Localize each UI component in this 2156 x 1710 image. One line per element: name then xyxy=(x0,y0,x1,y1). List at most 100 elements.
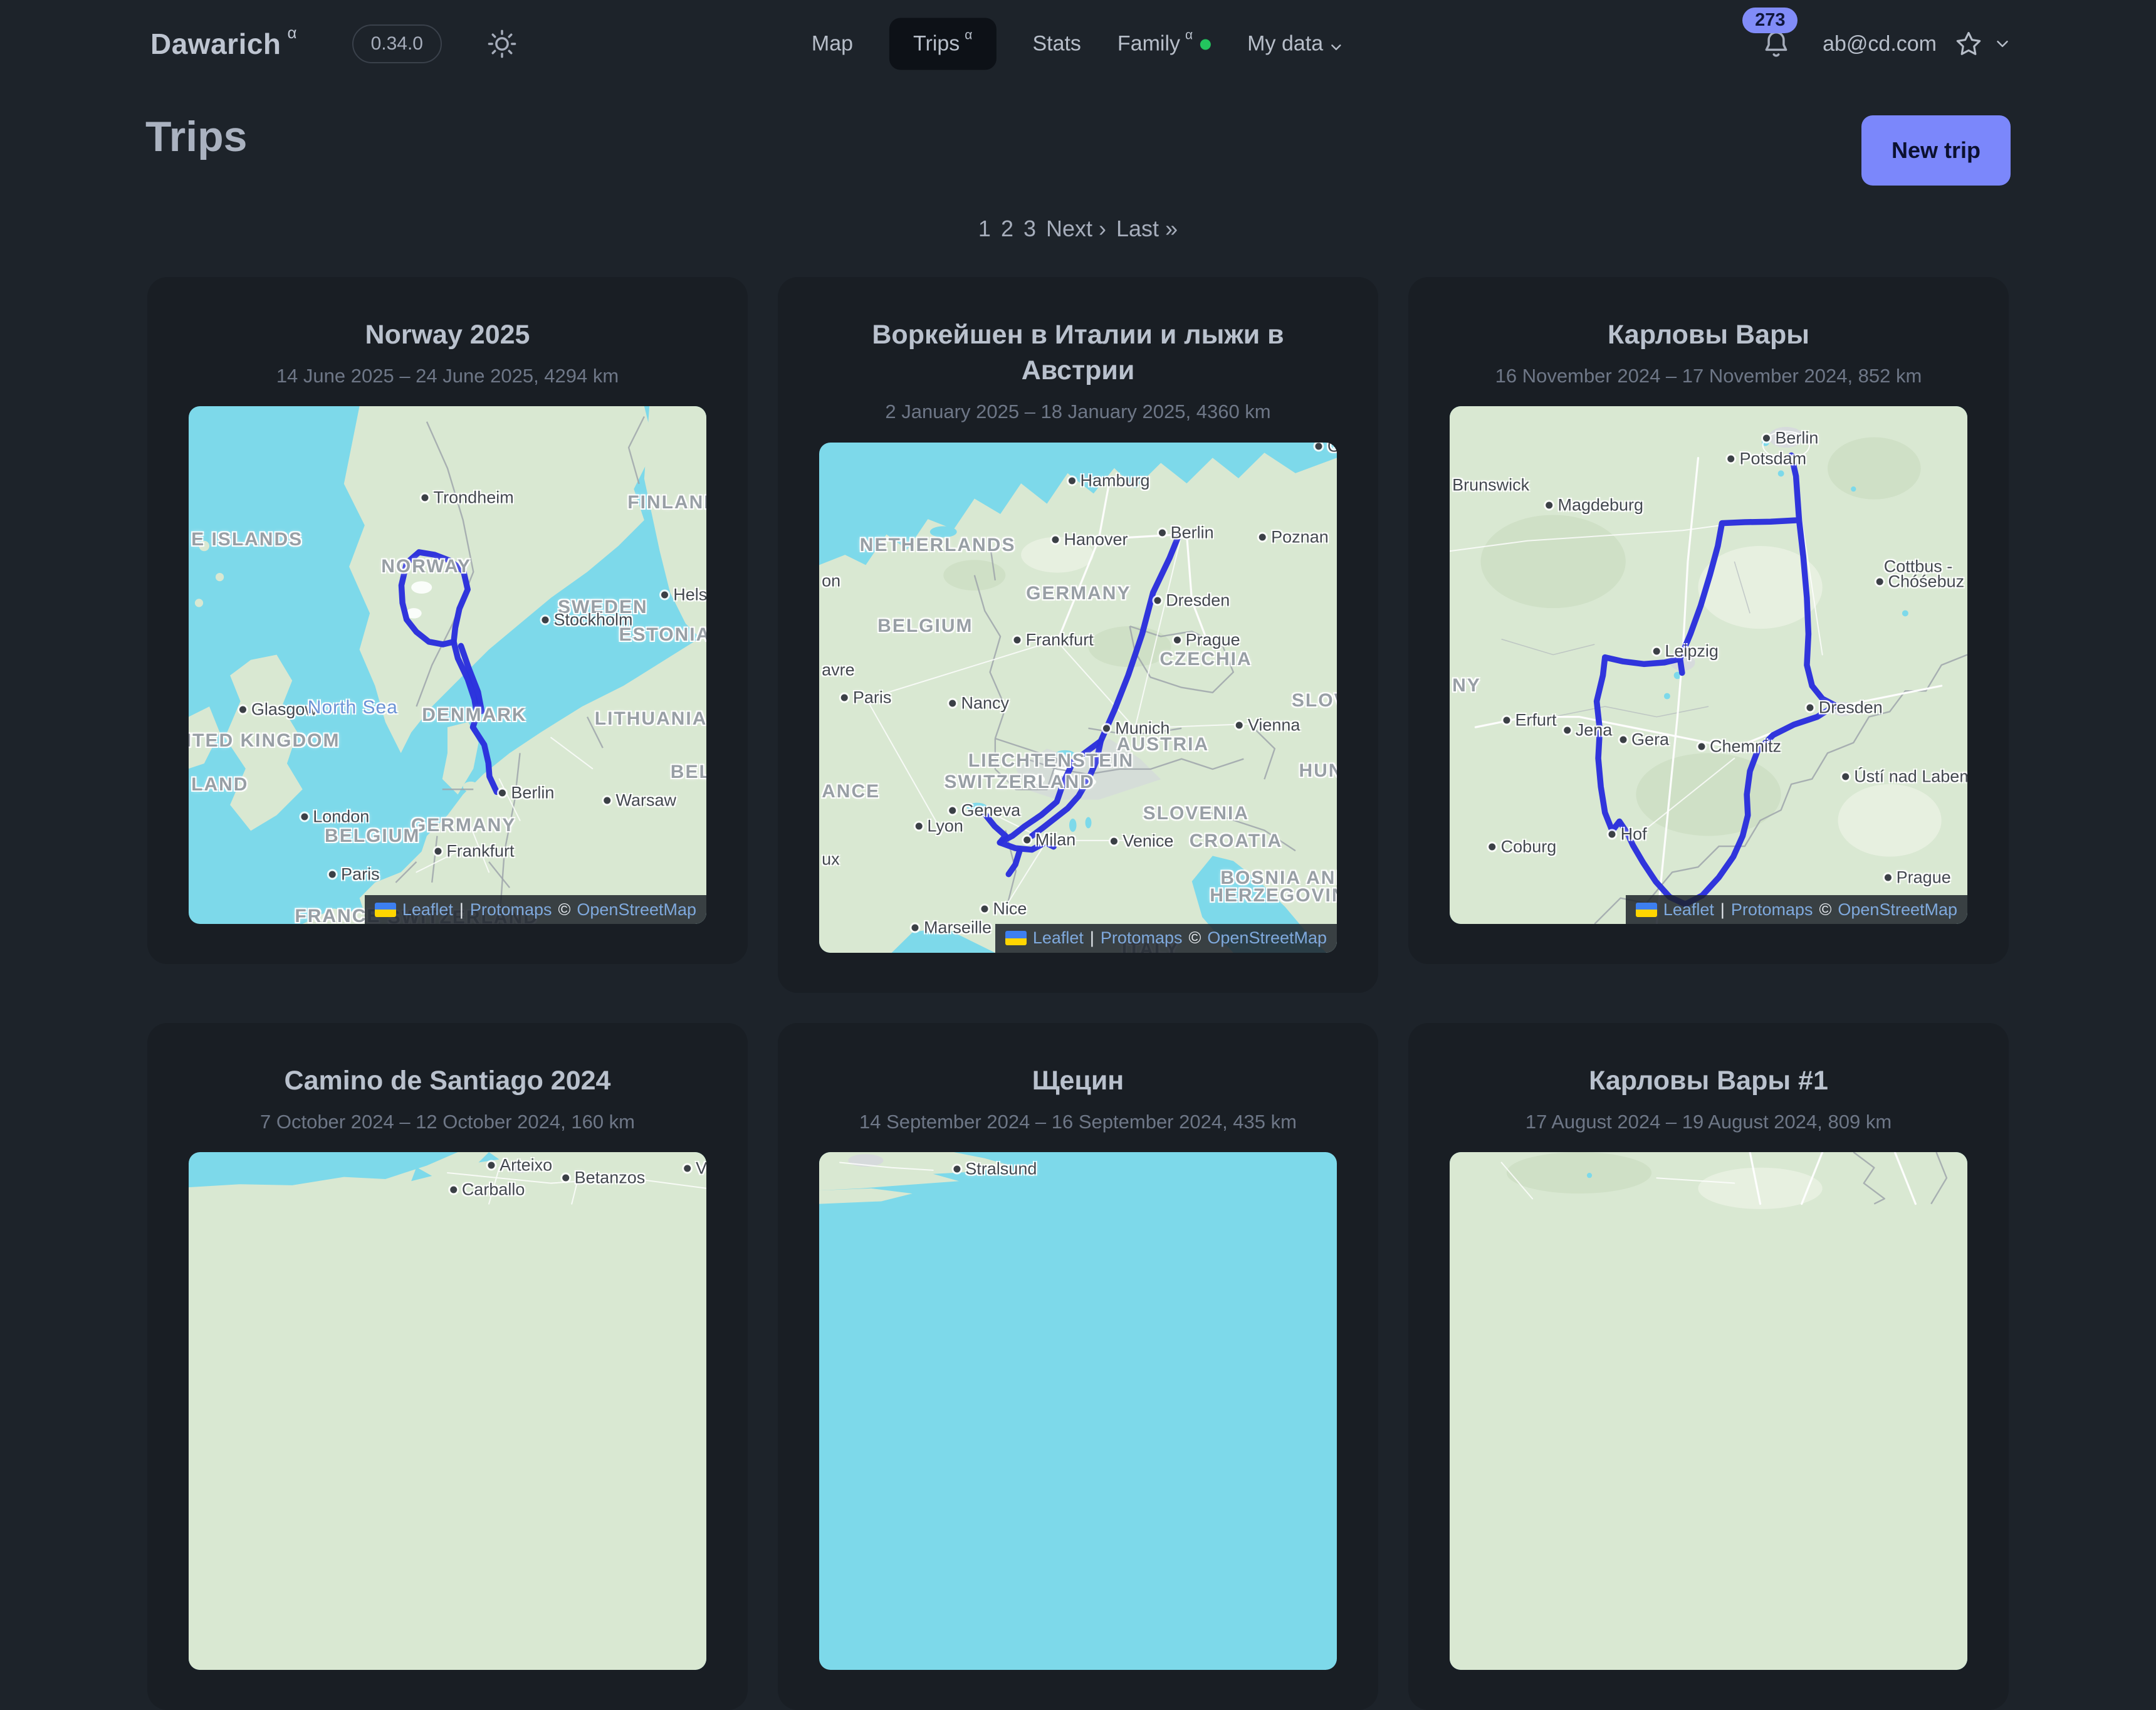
attribution-separator: | xyxy=(1720,900,1725,920)
nav-item-stats[interactable]: Stats xyxy=(1032,32,1081,56)
pagination-link[interactable]: 2 xyxy=(1001,216,1013,242)
map-country-label: E ISLANDS xyxy=(191,529,303,550)
city-dot xyxy=(1111,838,1117,845)
openstreetmap-link[interactable]: OpenStreetMap xyxy=(1207,928,1327,948)
map-country-label: BELGIUM xyxy=(877,616,973,637)
map-country-label: LITHUANIA xyxy=(595,708,706,730)
map-city-label: Potsdam xyxy=(1728,449,1807,468)
map-city-label: Trondheim xyxy=(422,488,514,507)
pagination-link[interactable]: Next › xyxy=(1046,216,1106,242)
nav-item-trips[interactable]: Tripsα xyxy=(889,18,996,70)
city-dot xyxy=(239,706,246,713)
trip-card[interactable]: Карловы Вары 16 November 2024 – 17 Novem… xyxy=(1408,277,2009,964)
pagination-link[interactable]: Last » xyxy=(1116,216,1178,242)
map-country-label: LIECHTENSTEIN xyxy=(968,750,1134,772)
trip-map[interactable]: E ISLANDSTrondheimFINLANDNORWAYHelsinSWE… xyxy=(189,406,706,924)
map-city-label: Berlin xyxy=(499,784,554,803)
trip-card[interactable]: Щецин 14 September 2024 – 16 September 2… xyxy=(778,1023,1378,1710)
city-dot xyxy=(1023,836,1030,843)
nav-item-my-data[interactable]: My data xyxy=(1247,32,1344,56)
openstreetmap-link[interactable]: OpenStreetMap xyxy=(577,900,696,920)
trip-card[interactable]: Camino de Santiago 2024 7 October 2024 –… xyxy=(147,1023,748,1710)
city-dot xyxy=(434,847,441,854)
protomaps-link[interactable]: Protomaps xyxy=(1731,900,1813,920)
trip-card[interactable]: Воркейшен в Италии и лыжи в Австрии 2 Ja… xyxy=(778,277,1378,993)
map-country-label: CROATIA xyxy=(1190,831,1282,852)
trip-card[interactable]: Карловы Вары #1 17 August 2024 – 19 Augu… xyxy=(1408,1023,2009,1710)
city-dot xyxy=(949,700,956,707)
star-icon xyxy=(1953,28,1984,60)
trip-card[interactable]: Norway 2025 14 June 2025 – 24 June 2025,… xyxy=(147,277,748,964)
leaflet-link[interactable]: Leaflet xyxy=(1663,900,1714,920)
pagination-link[interactable]: 3 xyxy=(1023,216,1036,242)
nav-item-label: Trips xyxy=(913,32,960,56)
map-city-label: Dresden xyxy=(1807,698,1883,718)
city-dot xyxy=(563,1175,570,1182)
city-dot xyxy=(1014,637,1021,644)
trip-dates: 7 October 2024 – 12 October 2024, 160 km xyxy=(260,1110,635,1133)
app-logo[interactable]: Dawarich α xyxy=(150,27,297,61)
trip-map[interactable]: BerlinPotsdamBrunswickMagdeburgCottbus -… xyxy=(1450,406,1967,924)
city-dot xyxy=(1316,443,1322,450)
map-background-galicia xyxy=(189,1152,706,1670)
map-city-label: Warsaw xyxy=(604,790,677,810)
map-country-label: NORWAY xyxy=(381,556,471,577)
trip-title: Camino de Santiago 2024 xyxy=(285,1063,611,1099)
map-sea-label: North Sea xyxy=(308,697,398,718)
protomaps-link[interactable]: Protomaps xyxy=(470,900,552,920)
map-country-label: HUNG xyxy=(1299,760,1337,782)
notifications-button[interactable]: 273 xyxy=(1759,26,1794,61)
city-dot xyxy=(661,592,668,599)
leaflet-link[interactable]: Leaflet xyxy=(1033,928,1084,948)
user-email[interactable]: ab@cd.com xyxy=(1823,32,1937,56)
user-menu-button[interactable] xyxy=(1993,34,2012,53)
attribution-separator: | xyxy=(1090,928,1094,948)
favorite-button[interactable] xyxy=(1953,28,1984,60)
map-city-label: Nice xyxy=(981,899,1027,918)
city-dot xyxy=(684,1165,691,1172)
new-trip-button[interactable]: New trip xyxy=(1861,115,2011,186)
app-alpha-badge: α xyxy=(288,23,297,43)
city-dot xyxy=(1763,434,1770,441)
openstreetmap-link[interactable]: OpenStreetMap xyxy=(1838,900,1957,920)
city-dot xyxy=(1052,537,1059,543)
map-city-label: Venice xyxy=(1111,832,1173,851)
protomaps-link[interactable]: Protomaps xyxy=(1101,928,1183,948)
pagination-link[interactable]: 1 xyxy=(978,216,991,242)
trip-dates: 14 September 2024 – 16 September 2024, 4… xyxy=(859,1110,1297,1133)
trip-map[interactable]: GdHamburgNETHERLANDSHanoverBerlinPoznano… xyxy=(819,443,1337,953)
trip-map[interactable]: Stralsund xyxy=(819,1152,1337,1670)
city-dot xyxy=(1154,597,1161,604)
city-dot xyxy=(1876,578,1883,585)
map-city-label: Vienna xyxy=(1236,716,1300,735)
map-country-label: NY xyxy=(1452,675,1481,696)
map-city-label: Gd xyxy=(1316,443,1337,456)
map-city-label: Stralsund xyxy=(953,1160,1037,1179)
nav-item-family[interactable]: Familyα xyxy=(1117,32,1211,56)
map-city-label: ux xyxy=(822,849,840,869)
chevron-down-icon xyxy=(1328,37,1344,53)
nav-item-label: Family xyxy=(1117,32,1180,56)
map-city-label: on xyxy=(822,571,840,590)
map-city-label: Nancy xyxy=(949,694,1009,713)
map-city-label: Gera xyxy=(1620,730,1669,750)
map-city-label: Helsin xyxy=(661,585,706,605)
city-dot xyxy=(950,807,956,814)
map-attribution: Leaflet | Protomaps © OpenStreetMap xyxy=(1626,895,1967,924)
city-dot xyxy=(1564,726,1571,733)
city-dot xyxy=(450,1187,457,1193)
map-country-label: SLOVA xyxy=(1292,690,1337,711)
trip-dates: 2 January 2025 – 18 January 2025, 4360 k… xyxy=(885,400,1270,423)
trip-map[interactable]: ArteixoBetanzosVilaCarballo xyxy=(189,1152,706,1670)
map-country-label: SWITZERLAND xyxy=(945,772,1095,793)
city-dot xyxy=(841,695,848,701)
theme-toggle-button[interactable] xyxy=(486,28,518,60)
leaflet-link[interactable]: Leaflet xyxy=(402,900,453,920)
map-background-inland xyxy=(1450,1152,1967,1670)
nav-item-map[interactable]: Map xyxy=(812,32,853,56)
map-city-label: Frankfurt xyxy=(434,841,514,861)
city-dot xyxy=(1504,716,1510,723)
copyright-symbol: © xyxy=(1819,900,1831,920)
trip-map[interactable] xyxy=(1450,1152,1967,1670)
version-badge: 0.34.0 xyxy=(352,24,442,63)
